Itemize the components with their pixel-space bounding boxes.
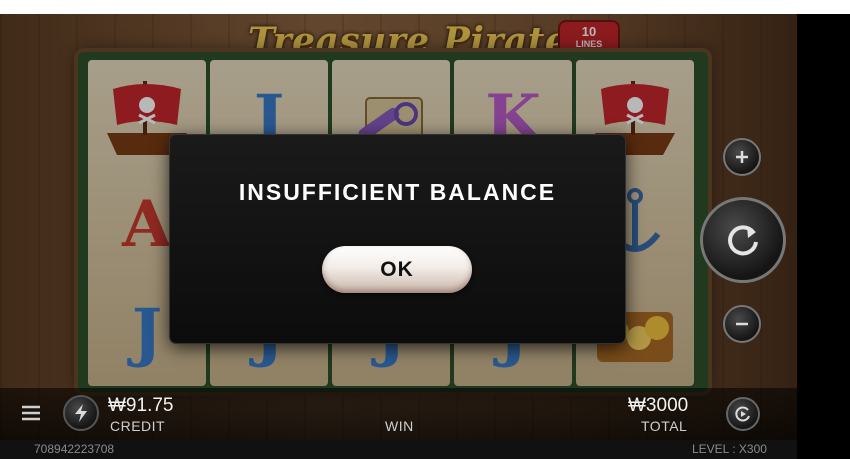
right-edge-bar bbox=[797, 14, 850, 459]
turbo-button[interactable] bbox=[63, 395, 99, 431]
total-label: TOTAL bbox=[641, 418, 688, 434]
credit-amount: ₩91.75 bbox=[108, 395, 174, 416]
dialog-message: INSUFFICIENT BALANCE bbox=[238, 179, 557, 205]
win-label: WIN bbox=[385, 418, 414, 434]
footer-bar: 708942223708 LEVEL : X300 bbox=[0, 440, 797, 459]
autoplay-icon bbox=[735, 406, 750, 422]
increase-bet-button[interactable] bbox=[723, 138, 761, 176]
menu-button[interactable] bbox=[18, 400, 44, 426]
ok-button[interactable]: OK bbox=[322, 246, 472, 293]
menu-icon bbox=[22, 405, 40, 421]
hud-bar: ₩91.75 CREDIT WIN ₩3000 TOTAL bbox=[0, 388, 797, 440]
insufficient-balance-dialog: INSUFFICIENT BALANCE OK bbox=[170, 135, 625, 343]
decrease-bet-button[interactable] bbox=[723, 305, 761, 343]
session-id: 708942223708 bbox=[34, 442, 115, 456]
credit-label: CREDIT bbox=[110, 418, 166, 434]
game-viewport: Treasure Pirate 10 LINES A J J A J A J K… bbox=[0, 14, 797, 459]
autoplay-button[interactable] bbox=[726, 397, 760, 431]
minus-icon bbox=[736, 322, 748, 326]
spin-button[interactable] bbox=[700, 197, 786, 283]
lightning-icon bbox=[75, 404, 87, 422]
spin-icon bbox=[728, 225, 758, 256]
bet-level: LEVEL : X300 bbox=[692, 442, 767, 456]
plus-icon bbox=[736, 151, 748, 163]
total-amount: ₩3000 bbox=[628, 395, 689, 416]
